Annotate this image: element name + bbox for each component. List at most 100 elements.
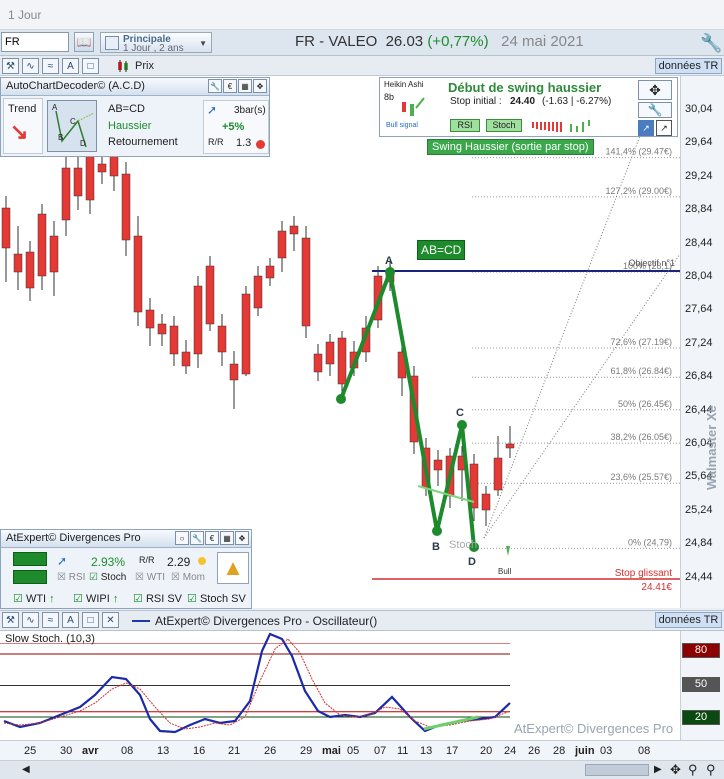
candle-body	[181, 351, 191, 367]
wave-icon[interactable]: ≈	[42, 58, 59, 74]
candle-body	[1, 207, 11, 249]
oscillator-chart[interactable]: Slow Stoch. (10,3) AtExpert© Divergences…	[0, 631, 680, 740]
oscillator-data-source-badge[interactable]: données TR	[655, 612, 722, 628]
x-tick-label: mai	[322, 745, 341, 757]
tools-icon[interactable]: ⚒	[2, 612, 19, 628]
grid-icon[interactable]: ▦	[220, 531, 234, 545]
indicator-icon[interactable]: ∿	[22, 612, 39, 628]
level-50-badge: 50	[682, 677, 720, 692]
checkbox-wipi[interactable]: ☑ WIPI ↑	[73, 592, 118, 605]
alert-icon[interactable]: A	[62, 58, 79, 74]
y-tick-label: 30,04	[685, 103, 713, 115]
level-20-badge: 20	[682, 710, 720, 725]
layout-period: 1 Jour , 2 ans	[123, 43, 184, 54]
pattern-direction: Haussier	[108, 120, 152, 132]
tools-icon[interactable]: ⚒	[2, 58, 19, 74]
alert-icon[interactable]: A	[62, 612, 79, 628]
chart-trend-icon[interactable]: ↗	[656, 120, 672, 136]
scroll-thumb[interactable]	[585, 764, 649, 776]
candle-body	[229, 363, 239, 381]
candle-body	[193, 285, 203, 355]
checkbox-rsi[interactable]: ☒ RSI	[57, 572, 85, 583]
move-icon[interactable]: ✥	[235, 531, 249, 545]
wrench-icon[interactable]: 🔧	[638, 102, 672, 118]
bars-icon: ➚	[207, 103, 218, 117]
wrench-icon[interactable]: 🔧	[208, 79, 222, 93]
window-icon[interactable]: □	[82, 612, 99, 628]
acd-header: AutoChartDecoder© (A.C.D) 🔧 € ▦ ✥	[1, 78, 269, 96]
wrench-icon[interactable]: 🔧	[190, 531, 204, 545]
trend-icon: ➚	[57, 554, 68, 568]
fib-level-label: 141,4% (29.47€)	[605, 147, 672, 157]
chart-mode-icon[interactable]: ↗	[638, 120, 654, 136]
layout-dropdown[interactable]: Principale 1 Jour , 2 ans ▼	[100, 32, 212, 54]
scroll-right-icon[interactable]: ▶	[654, 764, 662, 775]
window-title: 1 Jour	[8, 8, 42, 22]
price-y-axis: 30,04 29,64 29,24 28,84 28,44 28,04 27,64 27,24…	[680, 76, 724, 608]
pattern-point	[457, 420, 467, 430]
pattern-point-label: B	[432, 541, 440, 553]
checkbox-wti-sv[interactable]: ☑ WTI ↑	[13, 592, 55, 605]
divergence-signal-icon-2[interactable]	[13, 570, 47, 584]
zoom-in-icon[interactable]: ⚲	[706, 762, 716, 778]
oscillator-watermark: AtExpert© Divergences Pro	[514, 721, 674, 736]
pattern-thumbnail[interactable]: A C B D	[47, 100, 97, 152]
scroll-left-icon[interactable]: ◀	[22, 764, 30, 775]
candle-body	[277, 230, 287, 259]
x-tick-label: 29	[300, 745, 313, 757]
data-source-badge[interactable]: données TR	[655, 58, 722, 74]
y-tick-label: 27,64	[685, 303, 713, 316]
stoch-button[interactable]: Stoch	[486, 119, 522, 132]
move-icon[interactable]: ✥	[253, 79, 267, 93]
move-icon[interactable]: ✥	[638, 80, 672, 100]
divergence-value-2: 2.29	[167, 555, 191, 569]
book-icon[interactable]: 📖	[74, 32, 94, 52]
checkbox-wti[interactable]: ☒ WTI	[135, 572, 165, 583]
horizontal-scrollbar[interactable]: ◀ ▶ ✥ ⚲ ⚲	[0, 760, 724, 779]
indicator-icon[interactable]: ∿	[22, 58, 39, 74]
x-tick-label: 28	[553, 745, 566, 757]
rsi-button[interactable]: RSI	[450, 119, 480, 132]
rr-icon: R/R	[208, 137, 224, 147]
pattern-point-label: D	[468, 556, 476, 568]
heikin-chart-icon	[398, 92, 428, 120]
series-label-prix: Prix	[135, 60, 154, 72]
stop-value: 24.41€	[641, 582, 672, 593]
x-tick-label: 30	[60, 745, 73, 757]
acd-title: AutoChartDecoder© (A.C.D)	[6, 80, 145, 92]
checkbox-stoch-sv[interactable]: ☑ Stoch SV	[187, 592, 246, 605]
x-tick-label: 03	[600, 745, 613, 757]
zoom-out-icon[interactable]: ⚲	[688, 762, 698, 778]
symbol-input[interactable]	[1, 32, 69, 52]
wave-icon[interactable]: ≈	[42, 612, 59, 628]
euro-icon[interactable]: €	[205, 531, 219, 545]
checkbox-mom[interactable]: ☒ Mom	[171, 572, 205, 583]
checkbox-rsi-sv[interactable]: ☑ RSI SV	[133, 592, 182, 605]
checkbox-stoch[interactable]: ☑ Stoch	[89, 572, 126, 583]
bars-count: 3bar(s)	[234, 105, 266, 116]
candle-body	[217, 325, 227, 353]
grid-icon[interactable]: ▦	[238, 79, 252, 93]
status-dot	[198, 557, 206, 565]
x-tick-label: 26	[264, 745, 277, 757]
close-icon[interactable]: ✕	[102, 612, 119, 628]
swing-banner: Swing Haussier (sortie par stop)	[427, 139, 594, 155]
fib-level-label: 72,6% (27.19€)	[610, 337, 672, 347]
pattern-point	[432, 526, 442, 536]
candle-body	[85, 150, 95, 201]
megaphone-icon[interactable]: ▲	[217, 552, 249, 584]
trend-label: Trend	[8, 103, 37, 115]
x-tick-label: 05	[347, 745, 360, 757]
x-tick-label: 13	[420, 745, 433, 757]
settings-wrench-icon[interactable]: 🔧	[700, 33, 722, 54]
pan-icon[interactable]: ✥	[670, 762, 681, 778]
divergence-signal-icon[interactable]	[13, 552, 47, 566]
candle-body	[133, 235, 143, 313]
euro-icon[interactable]: €	[223, 79, 237, 93]
settings-icon[interactable]: ○	[175, 531, 189, 545]
candle-body	[433, 459, 443, 471]
candle-body	[313, 353, 323, 373]
window-icon[interactable]: □	[82, 58, 99, 74]
level-80-badge: 80	[682, 643, 720, 658]
abcd-pattern-tag: AB=CD	[417, 240, 466, 260]
